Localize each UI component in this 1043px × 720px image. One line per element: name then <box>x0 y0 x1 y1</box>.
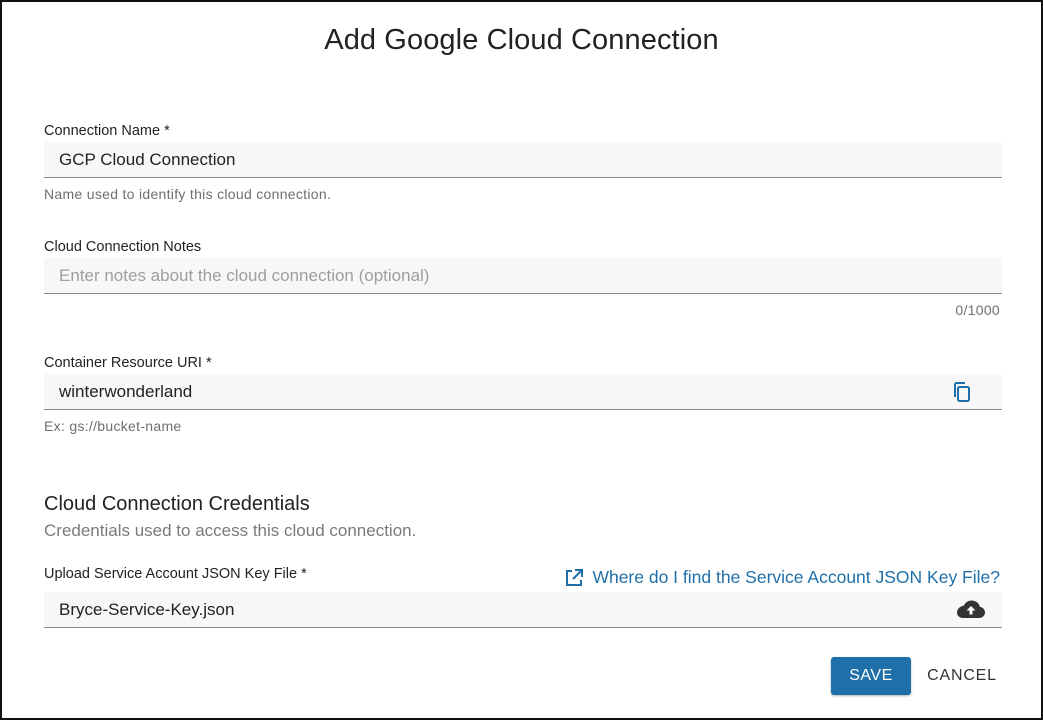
required-mark: * <box>164 123 170 139</box>
upload-key-file-value: Bryce-Service-Key.json <box>59 600 235 619</box>
notes-char-counter: 0/1000 <box>955 302 1000 318</box>
connection-name-field[interactable]: GCP Cloud Connection <box>44 142 1002 178</box>
notes-label: Cloud Connection Notes <box>44 239 202 255</box>
required-mark: * <box>206 355 212 371</box>
container-uri-label: Container Resource URI * <box>44 355 212 371</box>
upload-key-label-text: Upload Service Account JSON Key File <box>44 566 298 582</box>
required-mark: * <box>301 566 307 582</box>
upload-key-field[interactable]: Bryce-Service-Key.json <box>44 592 1002 628</box>
container-uri-field[interactable]: winterwonderland <box>44 374 1002 410</box>
key-file-help-link-text[interactable]: Where do I find the Service Account JSON… <box>592 567 1000 588</box>
container-uri-value: winterwonderland <box>59 382 193 401</box>
credentials-section-title: Cloud Connection Credentials <box>44 493 310 515</box>
key-file-help-link[interactable]: Where do I find the Service Account JSON… <box>564 567 1000 588</box>
connection-name-value: GCP Cloud Connection <box>59 150 236 169</box>
container-uri-label-text: Container Resource URI <box>44 355 202 371</box>
add-cloud-connection-dialog: Add Google Cloud Connection Connection N… <box>0 0 1043 720</box>
open-in-new-icon <box>566 568 584 586</box>
notes-placeholder: Enter notes about the cloud connection (… <box>59 266 430 285</box>
copy-icon[interactable] <box>950 380 974 404</box>
connection-name-label: Connection Name * <box>44 123 170 139</box>
cloud-upload-icon[interactable] <box>956 598 986 622</box>
save-button[interactable]: SAVE <box>831 657 911 695</box>
container-uri-helper: Ex: gs://bucket-name <box>44 418 182 434</box>
notes-field[interactable]: Enter notes about the cloud connection (… <box>44 258 1002 294</box>
upload-key-label: Upload Service Account JSON Key File * <box>44 566 307 582</box>
connection-name-helper: Name used to identify this cloud connect… <box>44 186 332 202</box>
cancel-button[interactable]: CANCEL <box>920 657 1004 695</box>
dialog-title: Add Google Cloud Connection <box>324 24 719 56</box>
connection-name-label-text: Connection Name <box>44 123 161 139</box>
credentials-section-subtitle: Credentials used to access this cloud co… <box>44 521 417 540</box>
